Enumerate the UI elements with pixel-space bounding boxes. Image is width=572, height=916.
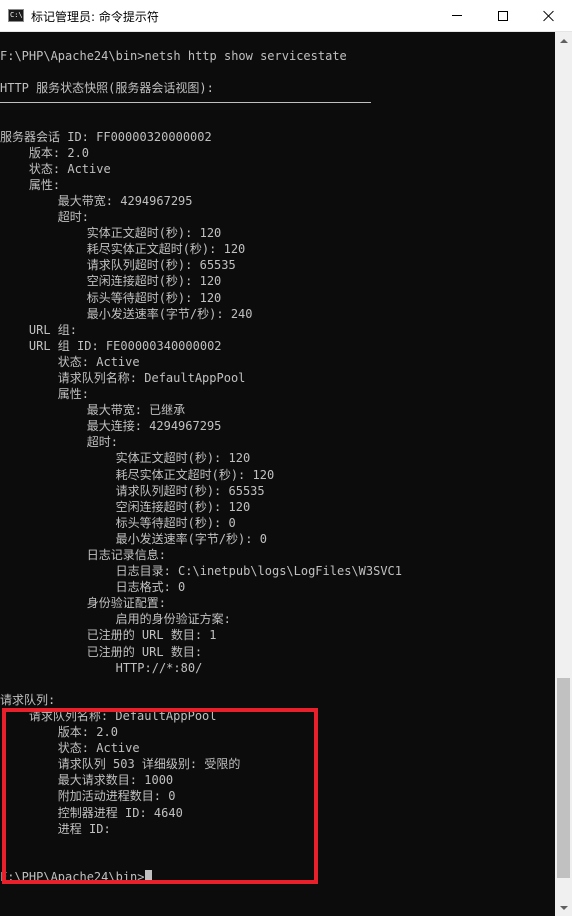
close-icon [543, 10, 555, 22]
console-line: 服务器会话 ID: FF00000320000002 [0, 129, 212, 144]
scroll-down-button[interactable] [555, 899, 572, 916]
scroll-up-button[interactable] [555, 32, 572, 49]
console-line: 耗尽实体正文超时(秒): 120 [0, 467, 275, 482]
console-line: 状态: Active [0, 161, 111, 176]
console-line: URL 组: [0, 322, 78, 337]
command-prompt-window: C:\ 标记管理员: 命令提示符 F:\PHP\Apache24\bin>net… [0, 0, 572, 916]
console-line: 最小发送速率(字节/秒): 240 [0, 306, 253, 321]
minimize-button[interactable] [434, 0, 480, 31]
console-line: 空闲连接超时(秒): 120 [0, 499, 251, 514]
console-line: 状态: Active [0, 354, 140, 369]
console-line: 最大带宽: 已继承 [0, 403, 186, 418]
console-line: 超时: [0, 210, 90, 225]
console-line: 日志格式: 0 [0, 580, 186, 595]
console-line: 标头等待超时(秒): 120 [0, 290, 222, 305]
chevron-down-icon [559, 905, 568, 910]
maximize-icon [498, 10, 508, 21]
console-line: F:\PHP\Apache24\bin>netsh http show serv… [0, 49, 347, 64]
console-line: 身份验证配置: [0, 596, 166, 611]
vertical-scrollbar[interactable] [555, 32, 572, 916]
window-title: 标记管理员: 命令提示符 [31, 10, 159, 24]
scroll-thumb[interactable] [557, 678, 570, 878]
console-line: 超时: [0, 435, 118, 450]
console-line: 实体正文超时(秒): 120 [0, 226, 222, 241]
console-line: 属性: [0, 177, 61, 192]
console-line: URL 组 ID: FE00000340000002 [0, 338, 222, 353]
minimize-icon [452, 15, 462, 16]
console-line: 已注册的 URL 数目: 1 [0, 628, 217, 643]
console-line: 请求队列超时(秒): 65535 [0, 483, 265, 498]
console-line: 实体正文超时(秒): 120 [0, 451, 251, 466]
request-queue-highlight [2, 708, 318, 884]
console-line: 请求队列: [0, 692, 56, 707]
console-line: 标头等待超时(秒): 0 [0, 515, 236, 530]
console-line: 属性: [0, 387, 90, 402]
console-line: 最大连接: 4294967295 [0, 419, 222, 434]
console-line: 版本: 2.0 [0, 145, 90, 160]
console-line: 日志目录: C:\inetpub\logs\LogFiles\W3SVC1 [0, 564, 403, 579]
cmd-icon[interactable]: C:\ [8, 9, 24, 22]
console-line: 空闲连接超时(秒): 120 [0, 274, 222, 289]
console-output[interactable]: F:\PHP\Apache24\bin>netsh http show serv… [0, 32, 555, 916]
heading-underline [0, 102, 371, 103]
close-button[interactable] [526, 0, 572, 31]
title-bar[interactable]: C:\ 标记管理员: 命令提示符 [0, 0, 572, 32]
console-line: 最大带宽: 4294967295 [0, 193, 193, 208]
console-line: 请求队列名称: DefaultAppPool [0, 370, 246, 385]
maximize-button[interactable] [480, 0, 526, 31]
console-line: 启用的身份验证方案: [0, 612, 231, 627]
console-line: 日志记录信息: [0, 548, 166, 562]
console-line: 最小发送速率(字节/秒): 0 [0, 531, 267, 546]
console-line: HTTP 服务状态快照(服务器会话视图): [0, 81, 214, 96]
console-line: 已注册的 URL 数目: [0, 644, 203, 659]
cmd-icon-label: C:\ [10, 11, 23, 19]
chevron-up-icon [559, 38, 568, 43]
console-line: HTTP://*:80/ [0, 660, 203, 675]
console-line: 耗尽实体正文超时(秒): 120 [0, 242, 246, 257]
console-line: 请求队列超时(秒): 65535 [0, 258, 236, 273]
